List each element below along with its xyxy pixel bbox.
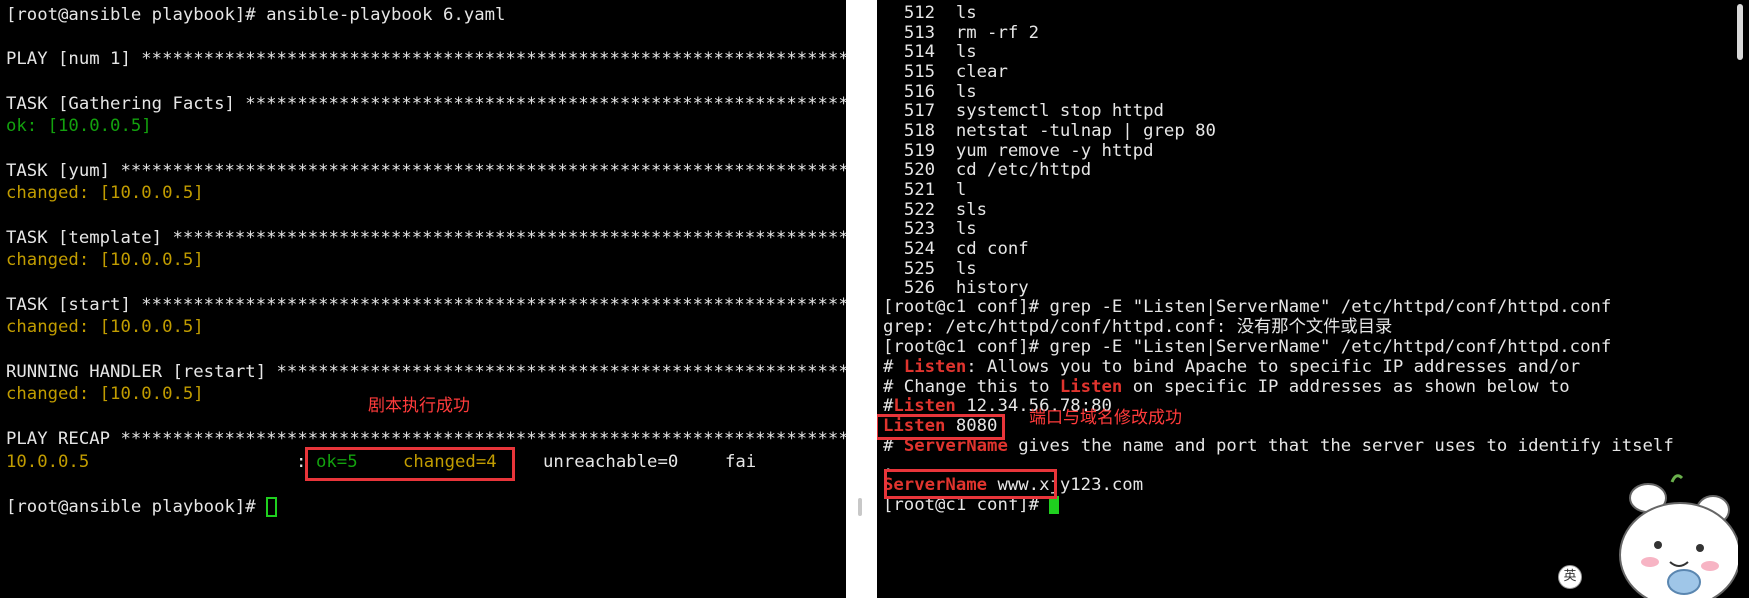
history-number: 521: [903, 179, 936, 200]
play-recap-row: 10.0.0.5: [6, 451, 89, 473]
cartoon-bear-icon: [1619, 474, 1741, 602]
grep-command: [root@c1 conf]# grep -E "Listen|ServerNa…: [883, 297, 1612, 317]
recap-unreachable: unreachable=0: [543, 452, 679, 472]
history-number: 524: [903, 238, 936, 259]
history-number: 515: [903, 61, 936, 82]
annotation-port-domain-success: 端口与域名修改成功: [1029, 408, 1182, 428]
task-gathering-facts: TASK [Gathering Facts] *****************…: [6, 94, 846, 114]
history-number: 516: [903, 81, 936, 102]
separator-handle[interactable]: [858, 498, 862, 516]
history-number: 518: [903, 120, 936, 141]
history-command: clear: [955, 61, 1008, 82]
grep-command: [root@c1 conf]# grep -E "Listen|ServerNa…: [883, 337, 1612, 357]
task-result-changed: changed: [10.0.0.5]: [6, 250, 204, 270]
cursor: [266, 497, 278, 517]
history-number: 512: [903, 3, 936, 23]
grep-output-line: # Listen: Allows you to bind Apache to s…: [883, 357, 1581, 377]
history-number: 517: [903, 101, 936, 122]
history-command: rm -rf 2: [955, 22, 1040, 43]
history-number: 525: [903, 258, 936, 279]
scrollbar-thumb[interactable]: [1737, 4, 1743, 60]
history-command: cd conf: [955, 238, 1029, 259]
keyword-listen: Listen: [893, 396, 956, 416]
history-number: 519: [903, 140, 936, 161]
history-command: netstat -tulnap | grep 80: [955, 120, 1216, 141]
prompt-text: [root@ansible playbook]#: [6, 497, 267, 517]
history-command: ls: [955, 42, 977, 63]
task-template: TASK [template] ************************…: [6, 228, 846, 248]
keyword-listen: Listen: [1059, 377, 1123, 397]
task-yum: TASK [yum] *****************************…: [6, 161, 846, 181]
history-number: 523: [903, 219, 936, 240]
history-number: 514: [903, 42, 936, 63]
history-command: ls: [955, 3, 977, 23]
mascot-sticker: [1588, 470, 1741, 602]
ime-indicator[interactable]: 英: [1558, 565, 1582, 589]
highlight-box-listen: [877, 414, 1005, 440]
task-result-ok: ok: [10.0.0.5]: [6, 116, 152, 136]
history-command: sls: [955, 199, 988, 220]
command-line: [root@ansible playbook]# ansible-playboo…: [6, 5, 506, 25]
task-result-changed: changed: [10.0.0.5]: [6, 317, 204, 337]
annotation-playbook-success: 剧本执行成功: [368, 396, 470, 416]
history-command: ls: [955, 258, 977, 279]
history-command: ls: [955, 219, 977, 240]
history-number: 522: [903, 199, 936, 220]
left-terminal[interactable]: [root@ansible playbook]# ansible-playboo…: [0, 0, 846, 598]
highlight-box-recap: [305, 447, 515, 481]
shell-prompt[interactable]: [root@ansible playbook]#: [6, 496, 278, 518]
handler-restart: RUNNING HANDLER [restart] **************…: [6, 362, 846, 382]
history-command: l: [955, 179, 967, 200]
history-command: systemctl stop httpd: [955, 101, 1164, 122]
keyword-listen: Listen: [903, 357, 967, 377]
pane-separator: [846, 0, 877, 598]
task-start: TASK [start] ***************************…: [6, 295, 846, 315]
history-command: yum remove -y httpd: [955, 140, 1154, 161]
history-number: 520: [903, 160, 936, 181]
highlight-box-servername: [884, 469, 1057, 499]
grep-error: grep: /etc/httpd/conf/httpd.conf: 没有那个文件…: [883, 317, 1393, 337]
handler-result-changed: changed: [10.0.0.5]: [6, 384, 204, 404]
history-command: ls: [955, 81, 977, 102]
history-number: 513: [903, 22, 936, 43]
recap-failed: fai: [725, 452, 757, 472]
history-command: cd /etc/httpd: [955, 160, 1092, 181]
task-result-changed: changed: [10.0.0.5]: [6, 183, 204, 203]
recap-host: 10.0.0.5: [6, 452, 90, 472]
play-header: PLAY [num 1] ***************************…: [6, 49, 846, 69]
